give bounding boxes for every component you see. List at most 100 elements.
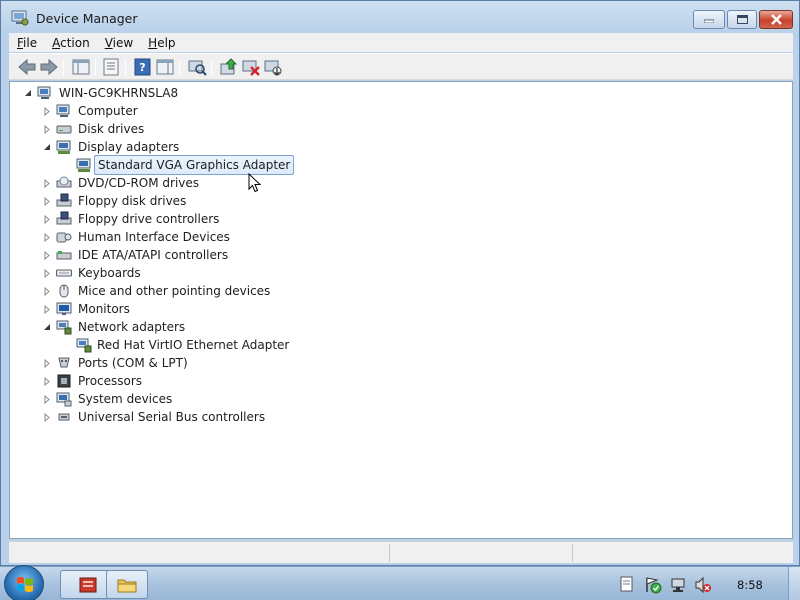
expander-display-adapters[interactable] (43, 143, 52, 152)
server-manager-icon (79, 577, 97, 592)
status-segment (389, 544, 572, 562)
menu-view[interactable]: View (97, 36, 140, 50)
device-tree-pane[interactable]: WIN-GC9KHRNSLA8 Computer Disk drives Displa… (9, 81, 793, 539)
start-button[interactable] (4, 565, 44, 600)
menu-action-label: ction (60, 35, 90, 50)
minimize-icon (704, 19, 714, 23)
menu-help[interactable]: Help (140, 36, 182, 50)
tree-item-mice-and-other-pointing-devices[interactable]: Mice and other pointing devices (78, 282, 270, 300)
clock[interactable]: 8:58 (737, 578, 763, 592)
expander-disk-drives[interactable] (43, 125, 52, 134)
expander-root[interactable] (24, 89, 33, 98)
back-arrow-icon[interactable] (17, 58, 37, 76)
toolbar-separator (179, 59, 180, 76)
console-tree-icon[interactable] (71, 58, 91, 76)
tree-item-display-adapters[interactable]: Display adapters (78, 138, 179, 156)
expander-monitors[interactable] (43, 305, 52, 314)
expander-floppy-drive-controllers[interactable] (43, 215, 52, 224)
expander-network-adapters[interactable] (43, 323, 52, 332)
taskbar-explorer[interactable] (106, 570, 148, 599)
expander-keyboards[interactable] (43, 269, 52, 278)
toolbar-separator (211, 59, 212, 76)
action-center-flag-icon[interactable] (644, 576, 662, 594)
forward-arrow-icon[interactable] (39, 58, 59, 76)
expander-dvd-cd-rom-drives[interactable] (43, 179, 52, 188)
tree-item-floppy-drive-controllers[interactable]: Floppy drive controllers (78, 210, 219, 228)
device-manager-icon (11, 10, 29, 26)
properties-icon[interactable] (101, 58, 121, 76)
keyboard-icon (56, 269, 72, 277)
hid-icon (56, 232, 72, 243)
expander-processors[interactable] (43, 377, 52, 386)
status-bar (9, 541, 793, 563)
ethernet-adapter-icon (76, 338, 92, 353)
menu-action[interactable]: Action (44, 36, 97, 50)
device-manager-window: Device Manager File Action View Help ? W… (0, 0, 800, 566)
expander-ide-ata-atapi-controllers[interactable] (43, 251, 52, 260)
toolbar-separator (125, 59, 126, 76)
maximize-icon (736, 15, 748, 24)
tree-device-standard-vga-graphics-adapter[interactable]: Standard VGA Graphics Adapter (94, 155, 295, 175)
action-pane-icon[interactable] (155, 58, 175, 76)
disable-device-icon[interactable] (263, 58, 283, 76)
expander-system-devices[interactable] (43, 395, 52, 404)
folder-icon (117, 579, 137, 592)
disk-drive-icon (56, 125, 72, 134)
help-icon[interactable]: ? (133, 58, 153, 76)
network-adapter-icon (56, 320, 72, 335)
close-button[interactable] (759, 10, 793, 29)
expander-floppy-disk-drives[interactable] (43, 197, 52, 206)
tree-item-keyboards[interactable]: Keyboards (78, 264, 141, 282)
show-desktop-button[interactable] (788, 567, 800, 600)
toolbar-separator (63, 59, 64, 76)
notification-area (612, 568, 722, 600)
close-icon (770, 14, 782, 25)
title-bar[interactable]: Device Manager (1, 1, 799, 33)
expander-human-interface-devices[interactable] (43, 233, 52, 242)
menu-action-accel: A (52, 35, 61, 50)
network-icon[interactable] (670, 576, 688, 594)
monitor-icon (56, 302, 72, 315)
volume-muted-icon[interactable] (694, 576, 712, 594)
expander-universal-serial-bus-controllers[interactable] (43, 413, 52, 422)
tree-item-system-devices[interactable]: System devices (78, 390, 172, 408)
floppy-controller-icon (56, 211, 72, 225)
tree-item-computer[interactable]: Computer (78, 102, 138, 120)
tree-item-ports-com-lpt[interactable]: Ports (COM & LPT) (78, 354, 188, 372)
tree-item-dvd-cd-rom-drives[interactable]: DVD/CD-ROM drives (78, 174, 199, 192)
processor-icon (57, 374, 71, 388)
menu-help-accel: H (148, 35, 158, 50)
system-devices-icon (56, 392, 72, 407)
minimize-button[interactable] (693, 10, 725, 29)
menu-view-accel: V (104, 35, 113, 50)
tree-device-red-hat-virtio-ethernet-adapter[interactable]: Red Hat VirtIO Ethernet Adapter (97, 336, 289, 354)
toolbar-separator (95, 59, 96, 76)
tree-item-network-adapters[interactable]: Network adapters (78, 318, 185, 336)
update-driver-icon[interactable] (219, 58, 239, 76)
floppy-icon (56, 193, 72, 207)
tree-item-processors[interactable]: Processors (78, 372, 142, 390)
tree-item-disk-drives[interactable]: Disk drives (78, 120, 144, 138)
uninstall-device-icon[interactable] (241, 58, 261, 76)
tree-item-ide-ata-atapi-controllers[interactable]: IDE ATA/ATAPI controllers (78, 246, 228, 264)
display-adapter-icon (56, 140, 71, 154)
windows-logo-icon (17, 577, 33, 592)
expander-computer[interactable] (43, 107, 52, 116)
tree-item-universal-serial-bus-controllers[interactable]: Universal Serial Bus controllers (78, 408, 265, 426)
maximize-button[interactable] (727, 10, 757, 29)
status-segment (572, 544, 793, 562)
mouse-icon (59, 284, 69, 298)
tree-item-floppy-disk-drives[interactable]: Floppy disk drives (78, 192, 186, 210)
expander-ports-com-lpt[interactable] (43, 359, 52, 368)
tree-item-monitors[interactable]: Monitors (78, 300, 130, 318)
expander-mice-and-other-pointing-devices[interactable] (43, 287, 52, 296)
svg-text:?: ? (139, 61, 145, 74)
menu-view-label: iew (112, 35, 134, 50)
dvd-drive-icon (56, 176, 72, 188)
menu-help-label: elp (157, 35, 176, 50)
tree-root-label[interactable]: WIN-GC9KHRNSLA8 (59, 84, 178, 102)
document-icon[interactable] (620, 576, 634, 592)
scan-hardware-icon[interactable] (187, 58, 207, 76)
menu-file[interactable]: File (9, 36, 44, 50)
tree-item-human-interface-devices[interactable]: Human Interface Devices (78, 228, 230, 246)
